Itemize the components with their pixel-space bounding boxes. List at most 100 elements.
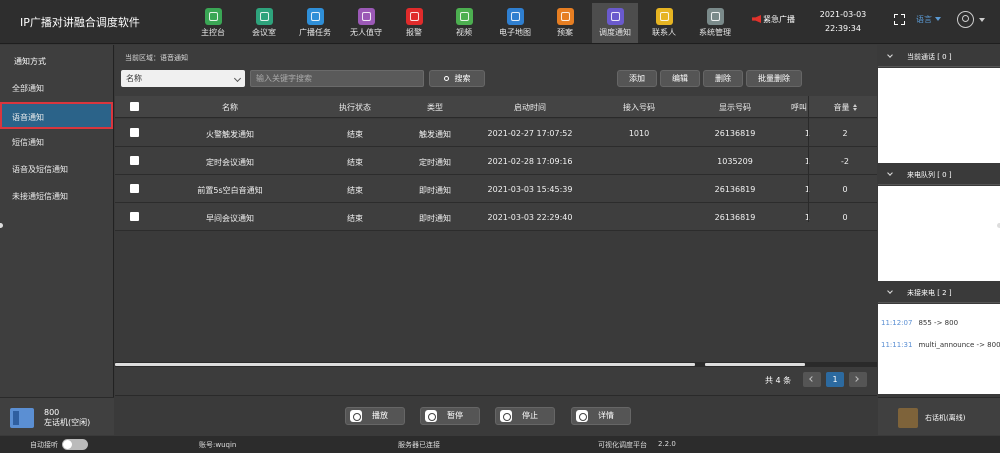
prev-page-button[interactable]	[803, 372, 821, 387]
add-button[interactable]: 添加	[617, 70, 657, 87]
nav-label: 主控台	[201, 28, 225, 37]
col-type: 类型	[427, 103, 443, 112]
page-number-button[interactable]: 1	[826, 372, 844, 387]
nav-alarm[interactable]: 报警	[391, 3, 437, 43]
pause-button[interactable]: 暂停	[420, 407, 480, 425]
missed-call-item[interactable]: 11:11:31 multi_announce -> 800	[881, 341, 1000, 349]
user-avatar-icon[interactable]	[957, 11, 974, 28]
video-icon	[455, 8, 473, 25]
search-input[interactable]	[250, 70, 424, 87]
detail-button[interactable]: 详情	[571, 407, 631, 425]
clock: 2021-03-03 22:39:34	[814, 8, 872, 36]
scrollbar-thumb[interactable]	[115, 363, 695, 366]
cell-volume: 0	[842, 213, 848, 222]
status-bar: 自动接听 账号:wuqin 服务器已连接 可视化调度平台 2.2.0	[0, 436, 1000, 453]
auto-answer-label: 自动接听	[30, 441, 58, 449]
time: 22:39:34	[825, 24, 861, 33]
cell-call: 1	[788, 129, 810, 138]
breadcrumb: 当前区域：语音通知	[125, 54, 188, 62]
row-checkbox[interactable]	[130, 184, 139, 193]
incoming-queue-list	[878, 186, 1000, 281]
right-phone-status: 右话机(离线)	[925, 414, 966, 422]
system-icon	[706, 8, 724, 25]
desk-phone-icon	[898, 408, 918, 428]
pagination: 共 4 条 1	[115, 369, 877, 391]
platform-label: 可视化调度平台	[598, 441, 647, 449]
sidebar-item-sms[interactable]: 短信通知	[0, 129, 113, 156]
nav-map[interactable]: 电子地图	[492, 3, 538, 43]
sidebar-item-missed-sms[interactable]: 未接通短信通知	[0, 183, 113, 210]
col-name: 名称	[222, 103, 238, 112]
chevron-left-icon	[809, 376, 815, 382]
nav-plan[interactable]: 预案	[542, 3, 588, 43]
call-time: 11:11:31	[881, 341, 913, 349]
cell-status: 结束	[347, 130, 363, 139]
cell-status: 结束	[347, 158, 363, 167]
play-button[interactable]: 播放	[345, 407, 405, 425]
col-start-time: 启动时间	[514, 103, 546, 112]
nav-meeting-room[interactable]: 会议室	[241, 3, 287, 43]
col-volume[interactable]: 音量	[820, 102, 870, 113]
dashboard-icon	[204, 8, 222, 25]
fullscreen-icon[interactable]	[894, 14, 905, 25]
delete-button[interactable]: 删除	[703, 70, 743, 87]
cell-volume: -2	[841, 157, 849, 166]
language-menu[interactable]: 语言	[916, 14, 941, 25]
missed-call-item[interactable]: 11:12:07 855 -> 800	[881, 319, 958, 327]
filter-select[interactable]: 名称	[121, 70, 245, 87]
stop-button[interactable]: 停止	[495, 407, 555, 425]
nav-dashboard[interactable]: 主控台	[190, 3, 236, 43]
cell-volume: 2	[842, 129, 848, 138]
sidebar-item-voice[interactable]: 语音通知	[0, 102, 113, 129]
nav-contacts[interactable]: 联系人	[641, 3, 687, 43]
batch-delete-button[interactable]: 批量删除	[746, 70, 802, 87]
meeting-icon	[255, 8, 273, 25]
table-row[interactable]: 早间会议通知 结束 即时通知 2021-03-03 22:29:40 26136…	[115, 203, 877, 231]
nav-label: 联系人	[652, 28, 676, 37]
player-bar: 播放 暂停 停止 详情	[115, 395, 877, 435]
cell-call: 1	[788, 185, 810, 194]
nav-video[interactable]: 视频	[441, 3, 487, 43]
missed-calls-header[interactable]: 未接来电 [ 2 ]	[878, 283, 1000, 303]
missed-calls-list: 11:12:07 855 -> 800 11:11:31 multi_announc…	[878, 304, 1000, 394]
language-label: 语言	[916, 15, 932, 24]
auto-answer-toggle[interactable]	[62, 439, 88, 450]
next-page-button[interactable]	[849, 372, 867, 387]
horizontal-scrollbar[interactable]	[115, 362, 877, 367]
nav-unattended[interactable]: 无人值守	[343, 3, 389, 43]
search-icon	[443, 76, 449, 81]
current-calls-header[interactable]: 当前通话 [ 0 ]	[878, 47, 1000, 67]
emergency-label: 紧急广播	[763, 15, 795, 24]
sidebar-item-all[interactable]: 全部通知	[0, 75, 113, 102]
sidebar-item-voice-sms[interactable]: 语音及短信通知	[0, 156, 113, 183]
cell-type: 触发通知	[419, 130, 451, 139]
emergency-broadcast-button[interactable]: 紧急广播	[752, 14, 795, 25]
nav-label: 系统管理	[699, 28, 731, 37]
megaphone-icon	[306, 8, 324, 25]
cell-display-number: 26136819	[714, 185, 756, 194]
right-phone[interactable]: 右话机(离线)	[878, 397, 1000, 435]
main-panel: 当前区域：语音通知 名称 搜索 添加 编辑 删除 批量删除 名称 执行状态 类型…	[115, 45, 877, 435]
nav-label: 电子地图	[499, 28, 531, 37]
table-row[interactable]: 定时会议通知 结束 定时通知 2021-02-28 17:09:16 10352…	[115, 147, 877, 175]
right-panel: 当前通话 [ 0 ] 来电队列 [ 0 ] 未接来电 [ 2 ] 11:12:0…	[878, 45, 1000, 435]
nav-system[interactable]: 系统管理	[692, 3, 738, 43]
scrollbar-thumb[interactable]	[705, 363, 805, 366]
search-button[interactable]: 搜索	[429, 70, 485, 87]
row-checkbox[interactable]	[130, 156, 139, 165]
left-phone[interactable]: 800 左话机(空闲)	[0, 397, 114, 435]
select-all-checkbox[interactable]	[130, 102, 139, 111]
nav-broadcast-task[interactable]: 广播任务	[292, 3, 338, 43]
incoming-queue-header[interactable]: 来电队列 [ 0 ]	[878, 165, 1000, 185]
edit-button[interactable]: 编辑	[660, 70, 700, 87]
filter-select-value: 名称	[126, 74, 142, 83]
table-row[interactable]: 前置5s空白音通知 结束 即时通知 2021-03-03 15:45:39 26…	[115, 175, 877, 203]
nav-dispatch-notice[interactable]: 调度通知	[592, 3, 638, 43]
table-row[interactable]: 火警触发通知 结束 触发通知 2021-02-27 17:07:52 1010 …	[115, 119, 877, 147]
chevron-down-icon	[233, 74, 242, 83]
chevron-down-icon[interactable]	[979, 18, 985, 22]
cell-type: 即时通知	[419, 214, 451, 223]
row-checkbox[interactable]	[130, 128, 139, 137]
row-checkbox[interactable]	[130, 212, 139, 221]
column-divider	[808, 96, 809, 222]
